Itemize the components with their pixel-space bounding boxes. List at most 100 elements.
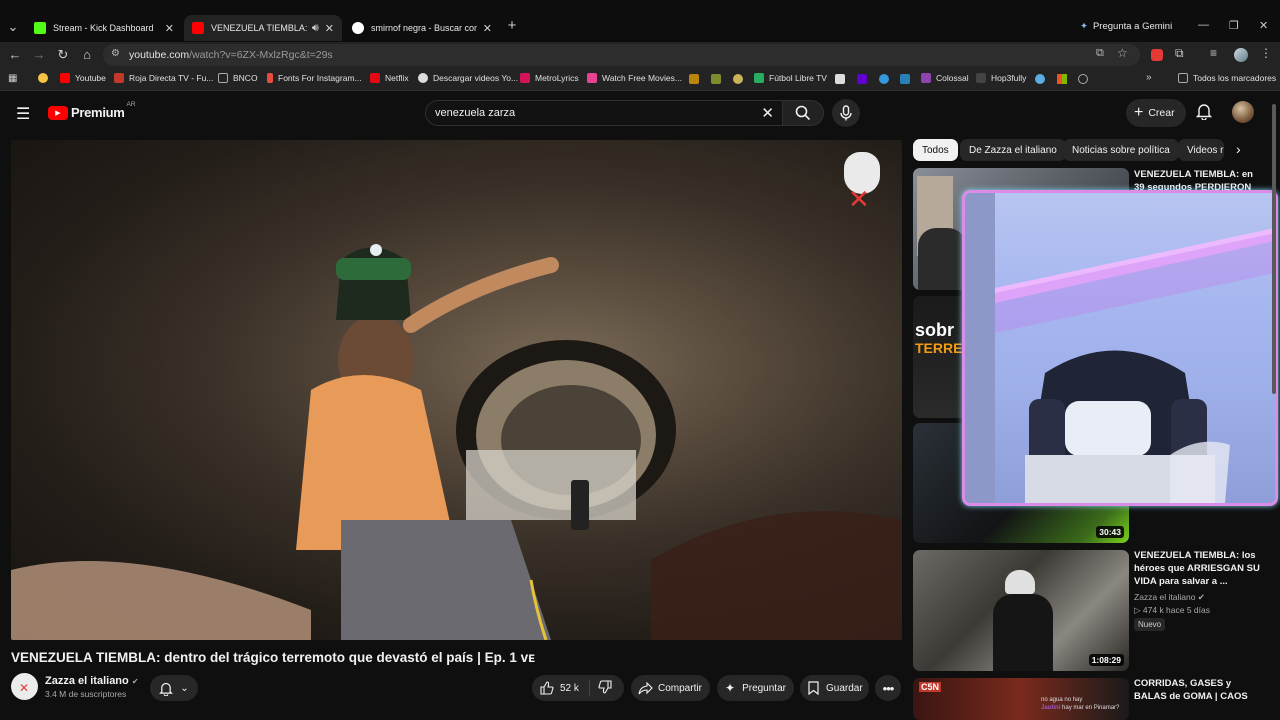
dislike-button[interactable]: [590, 679, 612, 697]
bookmark-misc-icon-8[interactable]: [1078, 74, 1088, 84]
bookmark-misc-icon-1[interactable]: [689, 74, 699, 84]
bookmark-roja-directa[interactable]: Roja Directa TV - Fu...: [114, 73, 213, 83]
voice-search-button[interactable]: [832, 99, 860, 127]
chip-politics[interactable]: Noticias sobre política: [1063, 139, 1179, 161]
new-badge: Nuevo: [1134, 618, 1166, 631]
ask-button[interactable]: ✦ Preguntar: [717, 675, 794, 701]
related-title-4[interactable]: VENEZUELA TIEMBLA: los héroes que ARRIES…: [1134, 549, 1264, 588]
profile-avatar-icon[interactable]: [1234, 48, 1248, 62]
chip-related[interactable]: Videos re: [1178, 139, 1224, 161]
more-bookmarks-icon[interactable]: »: [1146, 72, 1152, 83]
back-icon[interactable]: ←: [6, 46, 24, 64]
search-icon: [795, 105, 811, 121]
gemini-button[interactable]: ✦ Pregunta a Gemini: [1080, 21, 1172, 32]
channel-watermark[interactable]: ✕: [840, 152, 886, 216]
reload-icon[interactable]: ↻: [54, 46, 72, 64]
tab-google[interactable]: smirnof negra - Buscar con Goo ✕: [344, 15, 500, 41]
chip-all[interactable]: Todos: [913, 139, 958, 161]
tab-kick[interactable]: Stream - Kick Dashboard ✕: [26, 15, 182, 41]
site-info-icon[interactable]: ⚙: [111, 48, 120, 59]
yahoo-icon[interactable]: [857, 74, 867, 84]
close-window-icon[interactable]: ✕: [1259, 19, 1268, 32]
chat-username: Jautini: [1041, 705, 1061, 711]
subscribed-bell-button[interactable]: ⌄: [150, 675, 198, 701]
like-button[interactable]: 52 k: [532, 681, 579, 695]
search-button[interactable]: [782, 100, 824, 126]
extensions-puzzle-icon[interactable]: ⧉: [1175, 46, 1184, 61]
video-player[interactable]: ✕: [11, 140, 902, 640]
bookmark-metrolyrics[interactable]: MetroLyrics: [520, 73, 579, 83]
bookmark-colossal[interactable]: Colossal: [921, 73, 969, 83]
bookmark-misc-icon-2[interactable]: [711, 74, 721, 84]
thumbnail-person: [918, 228, 966, 290]
home-icon[interactable]: ⌂: [78, 46, 96, 64]
extension-red-icon[interactable]: [1151, 49, 1163, 61]
page-scrollbar[interactable]: [1271, 104, 1277, 704]
clear-search-icon[interactable]: ✕: [761, 104, 774, 122]
notifications-bell-icon[interactable]: [1195, 102, 1213, 125]
bookmark-misc-icon-5[interactable]: [879, 74, 889, 84]
microsoft-icon[interactable]: [1057, 74, 1067, 84]
youtube-logo[interactable]: ▶ Premium AR: [48, 101, 136, 120]
verified-icon: ✔︎: [1197, 592, 1205, 602]
related-thumbnail-5[interactable]: C5N no agua no hay Jautini hay mar en Pi…: [913, 678, 1129, 720]
omnibox[interactable]: ⚙ youtube.com/watch?v=6ZX-MxlzRgc&t=29s …: [103, 44, 1140, 66]
emoji-bookmark-icon[interactable]: [38, 73, 48, 83]
bookmark-label: BNCO: [233, 73, 258, 83]
chips-next-icon[interactable]: ›: [1236, 141, 1241, 157]
save-button[interactable]: Guardar: [800, 675, 869, 701]
bookmark-label: Colossal: [936, 73, 969, 83]
search-input[interactable]: venezuela zarza: [435, 107, 515, 119]
close-tab-icon[interactable]: ✕: [325, 22, 334, 35]
bookmark-hop3fully[interactable]: Hop3fully: [976, 73, 1026, 83]
bookmark-netflix[interactable]: Netflix: [370, 73, 409, 83]
create-button[interactable]: + Crear: [1126, 99, 1186, 127]
sparkle-icon: ✦: [725, 681, 736, 695]
bookmark-youtube[interactable]: Youtube: [60, 73, 106, 83]
restore-icon[interactable]: ❐: [1229, 19, 1239, 32]
close-tab-icon[interactable]: ✕: [483, 22, 492, 35]
chip-channel[interactable]: De Zazza el italiano: [960, 139, 1066, 161]
chevron-down-icon: ⌄: [180, 682, 189, 694]
channel-name[interactable]: Zazza el italiano ✔︎: [45, 675, 139, 687]
chat-message: no agua no hay: [1041, 697, 1083, 703]
related-title-5[interactable]: CORRIDAS, GASES y BALAS de GOMA | CAOS t…: [1134, 677, 1264, 703]
install-icon[interactable]: ⧉: [1096, 47, 1104, 60]
bookmark-star-icon[interactable]: ☆: [1117, 46, 1128, 60]
bookmark-misc-icon-7[interactable]: [1035, 74, 1045, 84]
plus-icon: +: [1134, 104, 1144, 121]
media-control-icon[interactable]: ≡: [1210, 46, 1217, 60]
channel-label: Zazza el italiano: [1134, 592, 1196, 602]
scrollbar-thumb[interactable]: [1272, 104, 1276, 394]
bookmark-descargar[interactable]: Descargar videos Yo...: [418, 73, 518, 83]
bookmark-futbol-libre[interactable]: Fútbol Libre TV: [754, 73, 827, 83]
bookmark-watch-free[interactable]: Watch Free Movies...: [587, 73, 682, 83]
bookmark-label: Fútbol Libre TV: [769, 73, 827, 83]
bookmark-label: Watch Free Movies...: [602, 73, 682, 83]
browser-menu-icon[interactable]: ⋮: [1260, 46, 1272, 60]
bookmark-misc-icon-6[interactable]: [900, 74, 910, 84]
hamburger-menu-icon[interactable]: ☰: [16, 104, 30, 124]
account-avatar[interactable]: [1232, 101, 1254, 123]
bookmark-bnco[interactable]: BNCO: [218, 73, 258, 83]
close-tab-icon[interactable]: ✕: [165, 22, 174, 35]
new-tab-icon[interactable]: +: [503, 17, 521, 35]
bookmark-misc-icon-3[interactable]: [733, 74, 743, 84]
apps-grid-icon[interactable]: ▦: [8, 73, 17, 84]
share-button[interactable]: Compartir: [631, 675, 710, 701]
channel-avatar[interactable]: ✕: [11, 673, 38, 700]
minimize-icon[interactable]: —: [1198, 19, 1209, 31]
all-bookmarks-folder[interactable]: Todos los marcadores: [1178, 73, 1276, 83]
tab-youtube[interactable]: VENEZUELA TIEMBLA: dent 🔊︎ ✕: [184, 15, 342, 41]
forward-icon[interactable]: →: [30, 46, 48, 64]
speaker-icon[interactable]: 🔊︎: [312, 22, 319, 35]
related-thumbnail-4[interactable]: 1:08:29: [913, 550, 1129, 671]
tab-title: Stream - Kick Dashboard: [53, 23, 154, 33]
bookmark-fonts[interactable]: Fonts For Instagram...: [267, 73, 362, 83]
metrolyrics-icon: [520, 73, 530, 83]
related-channel-4[interactable]: Zazza el italiano ✔︎: [1134, 592, 1205, 603]
tab-search-icon[interactable]: ⌄: [4, 18, 22, 36]
bookmark-misc-icon-4[interactable]: [835, 74, 845, 84]
more-actions-button[interactable]: •••: [875, 675, 901, 701]
search-box[interactable]: venezuela zarza ✕: [425, 100, 783, 126]
